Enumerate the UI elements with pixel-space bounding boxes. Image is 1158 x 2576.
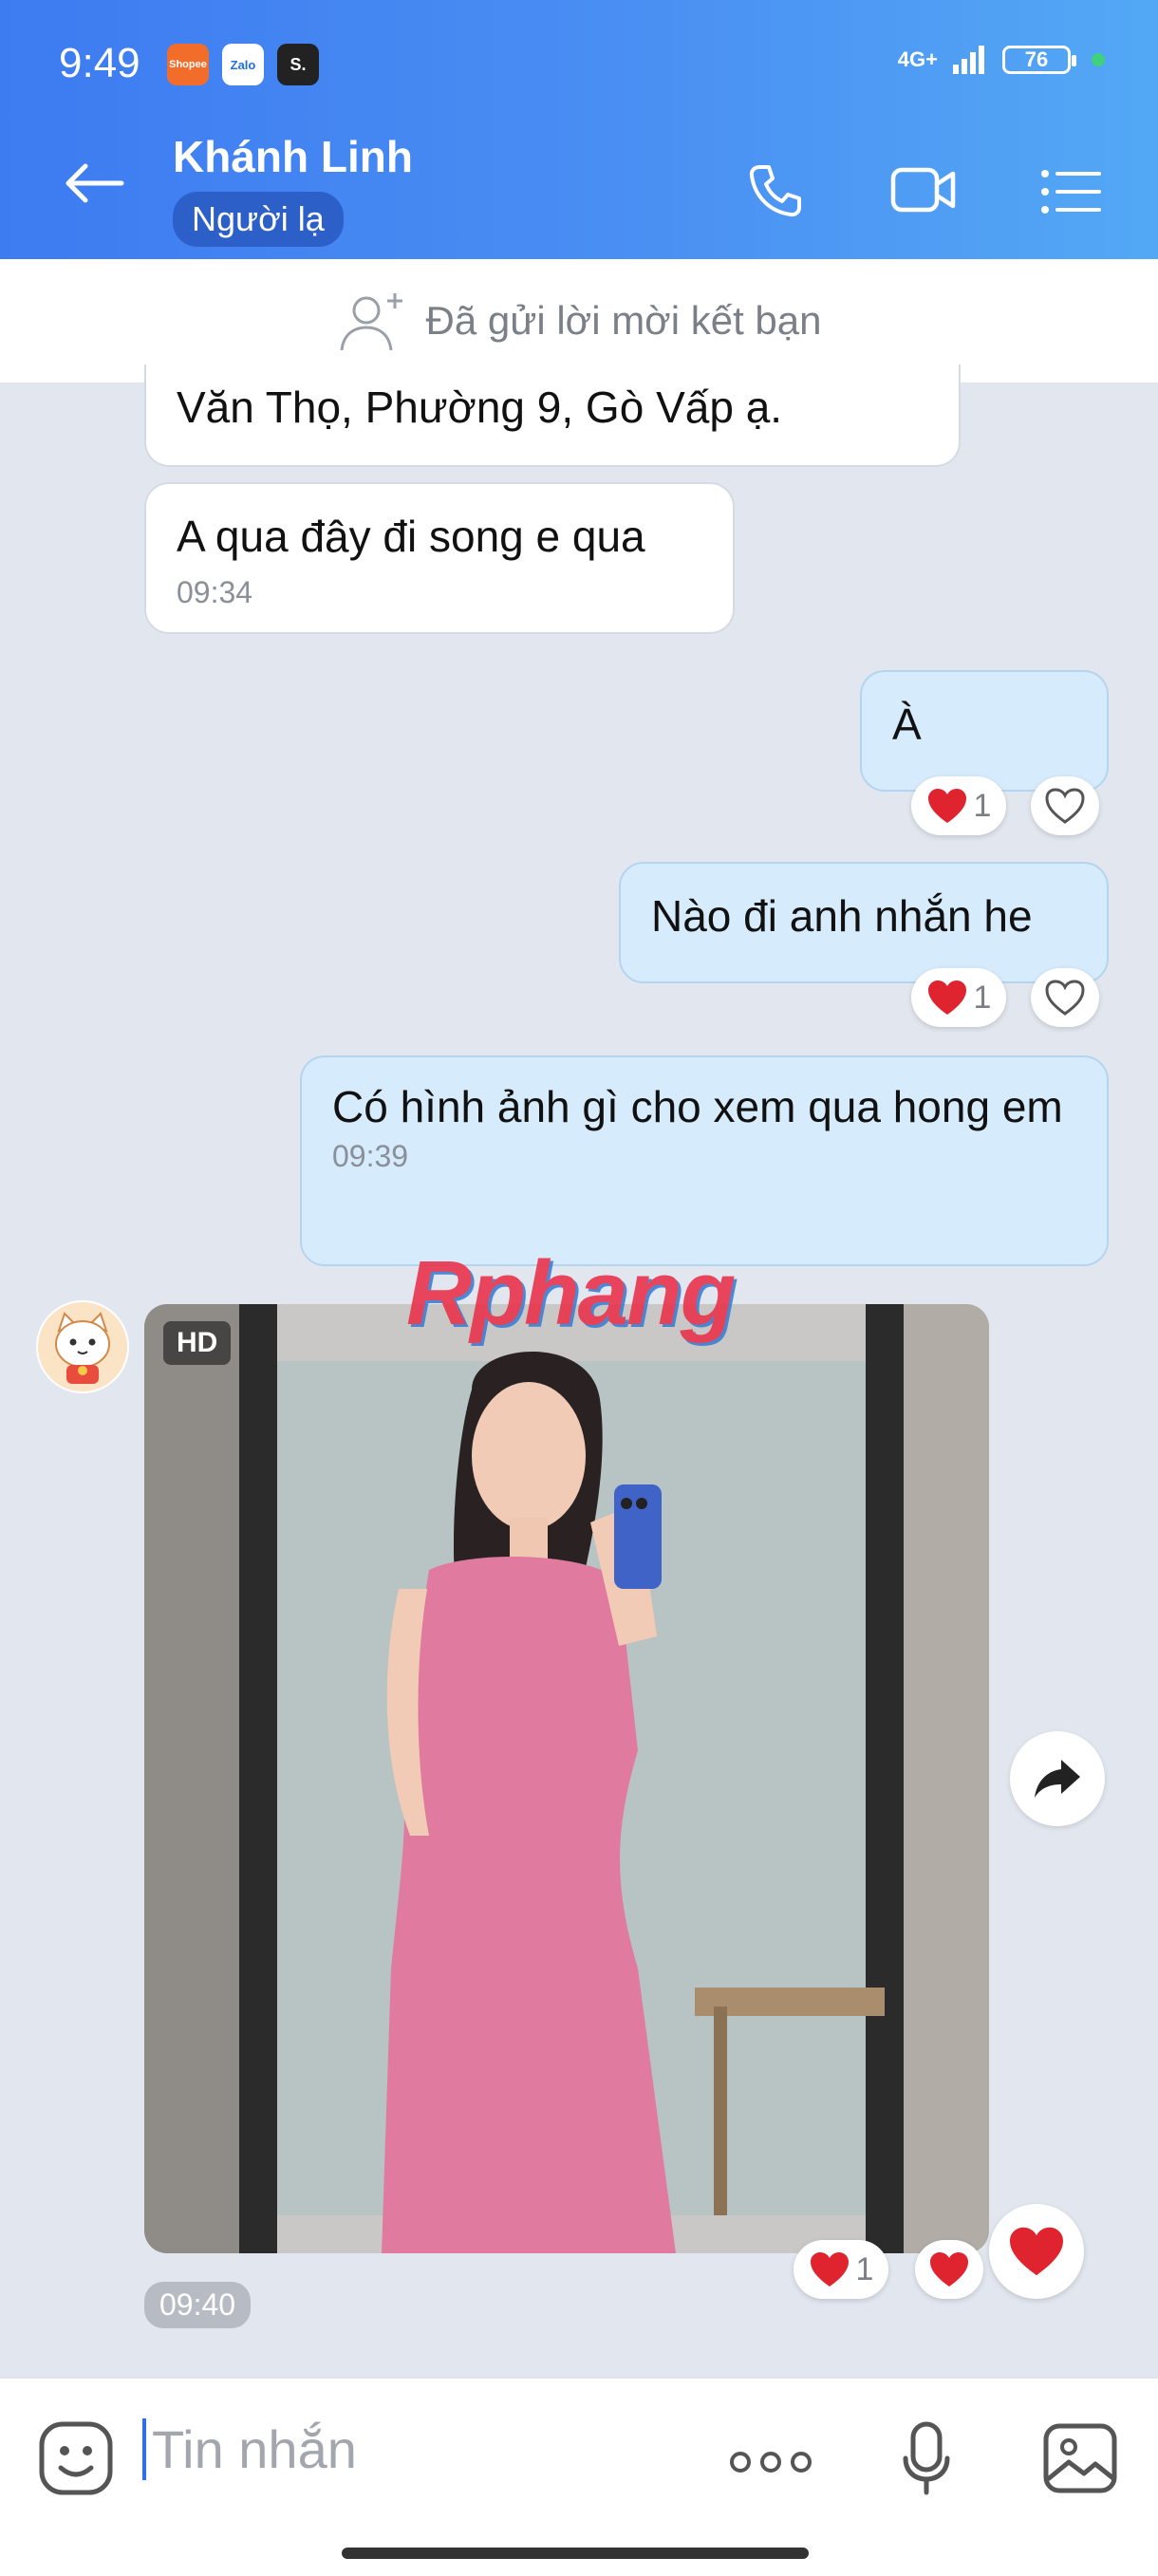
- heart-outline-icon: [1045, 788, 1085, 824]
- heart-icon: [927, 789, 966, 823]
- video-call-button[interactable]: [890, 165, 957, 219]
- zalo-icon: Zalo: [222, 44, 264, 85]
- lucky-cat-icon: [38, 1302, 127, 1391]
- message-text: Nào đi anh nhắn he: [651, 891, 1033, 941]
- status-time: 9:49: [59, 40, 140, 86]
- menu-button[interactable]: [1040, 169, 1101, 219]
- more-dots-icon: [730, 2452, 812, 2473]
- reaction-count[interactable]: 1: [911, 968, 1006, 1027]
- reaction-number: 1: [973, 787, 992, 824]
- big-heart-button[interactable]: [989, 2204, 1084, 2299]
- message-incoming[interactable]: Văn Thọ, Phường 9, Gò Vấp ạ.: [144, 364, 961, 467]
- shared-photo[interactable]: HD: [144, 1304, 989, 2253]
- stranger-badge: Người lạ: [173, 192, 344, 247]
- call-button[interactable]: [746, 161, 805, 225]
- message-outgoing[interactable]: À: [860, 670, 1109, 792]
- shopee-icon: Shopee: [167, 44, 209, 85]
- heart-icon: [810, 2252, 849, 2287]
- forward-arrow-icon: [1035, 1760, 1080, 1798]
- voice-button[interactable]: [902, 2420, 951, 2501]
- reaction-count[interactable]: 1: [911, 776, 1006, 835]
- more-button[interactable]: [729, 2449, 812, 2480]
- heart-icon: [1010, 2227, 1063, 2276]
- privacy-dot: [1092, 53, 1105, 66]
- reaction-count[interactable]: 1: [794, 2240, 888, 2299]
- message-incoming[interactable]: A qua đây đi song e qua 09:34: [144, 482, 735, 634]
- message-input[interactable]: Tin nhắn: [142, 2418, 357, 2480]
- home-indicator[interactable]: [342, 2548, 809, 2559]
- photo-content: [144, 1304, 989, 2253]
- share-button[interactable]: [1010, 1731, 1105, 1826]
- hd-badge: HD: [163, 1321, 232, 1365]
- message-text: Văn Thọ, Phường 9, Gò Vấp ạ.: [177, 383, 783, 432]
- message-time: 09:34: [177, 575, 253, 609]
- emoji-icon: [39, 2421, 113, 2495]
- network-label: 4G+: [897, 47, 938, 71]
- s-app-icon: S.: [277, 44, 319, 85]
- status-indicators: 4G+ 76: [898, 44, 1105, 76]
- message-outgoing[interactable]: Nào đi anh nhắn he: [619, 862, 1109, 983]
- phone-icon: [749, 165, 801, 217]
- status-app-icons: Shopee Zalo S.: [167, 44, 319, 85]
- message-time: 09:39: [332, 1139, 409, 1173]
- message-outgoing[interactable]: Có hình ảnh gì cho xem qua hong em 09:39: [300, 1055, 1109, 1266]
- photo-time: 09:40: [144, 2282, 252, 2328]
- watermark-logo: Rphang: [406, 1242, 736, 1344]
- contact-avatar[interactable]: [36, 1300, 129, 1393]
- react-button[interactable]: [1031, 968, 1099, 1027]
- back-button[interactable]: [65, 163, 125, 208]
- list-menu-icon: [1041, 170, 1101, 214]
- message-text: A qua đây đi song e qua: [177, 512, 645, 561]
- signal-icon: [953, 46, 984, 74]
- reaction-number: 1: [973, 979, 992, 1016]
- message-text: À: [892, 700, 922, 749]
- video-camera-icon: [890, 167, 956, 213]
- battery-indicator: 76: [1002, 46, 1076, 74]
- contact-name[interactable]: Khánh Linh: [173, 131, 413, 182]
- heart-icon: [927, 980, 966, 1015]
- message-composer: Tin nhắn: [0, 2377, 1158, 2576]
- microphone-icon: [903, 2421, 950, 2495]
- add-friend-icon: [340, 293, 403, 351]
- friend-request-text: Đã gửi lời mời kết bạn: [425, 298, 822, 343]
- gallery-button[interactable]: [1042, 2420, 1118, 2501]
- arrow-left-icon: [65, 163, 124, 203]
- heart-icon: [930, 2252, 968, 2287]
- image-icon: [1043, 2423, 1117, 2493]
- heart-outline-icon: [1045, 980, 1085, 1016]
- message-text: Có hình ảnh gì cho xem qua hong em: [332, 1082, 1063, 1131]
- sticker-button[interactable]: [38, 2420, 114, 2501]
- chat-header: 9:49 Shopee Zalo S. 4G+ 76 Khánh Linh Ng…: [0, 0, 1158, 259]
- reaction-number: 1: [855, 2250, 874, 2287]
- react-button[interactable]: [1031, 776, 1099, 835]
- react-button[interactable]: [915, 2240, 983, 2299]
